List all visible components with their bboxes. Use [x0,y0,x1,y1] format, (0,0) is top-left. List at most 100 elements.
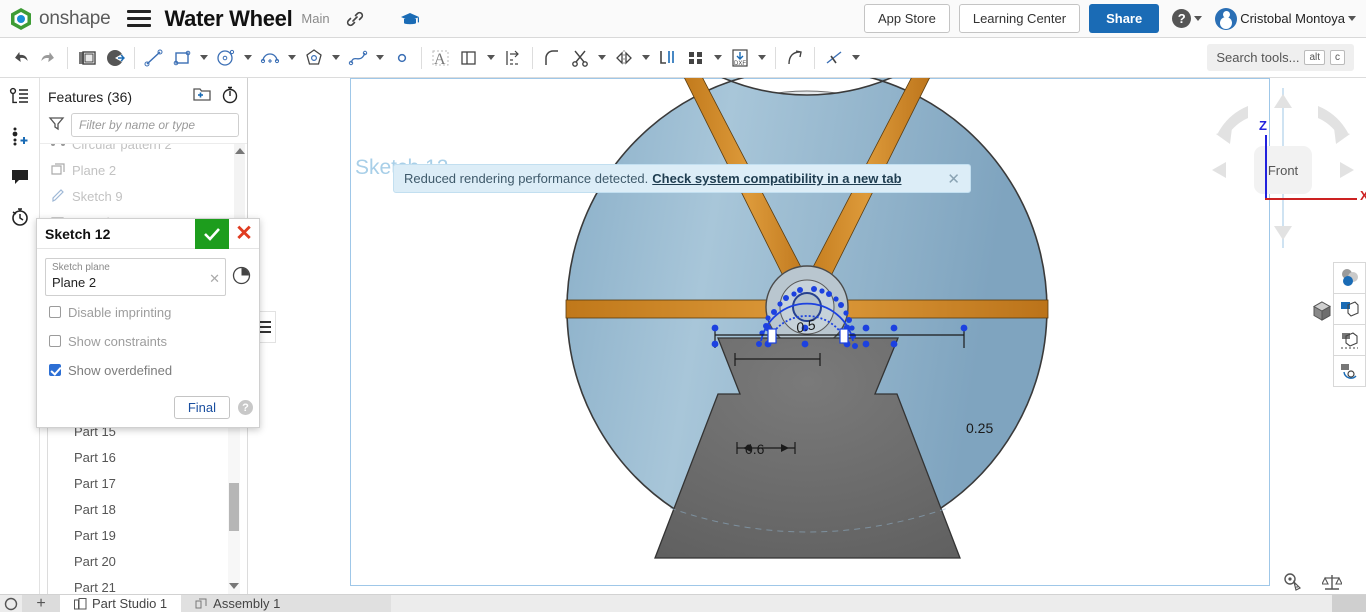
chevron-down-icon[interactable] [638,44,654,72]
app-store-button[interactable]: App Store [864,4,950,33]
chevron-down-icon[interactable] [710,44,726,72]
clock-icon[interactable] [232,266,251,288]
list-item[interactable]: Part 17 [48,470,247,496]
view-cube[interactable]: Front Z X [1208,88,1358,248]
feature-list-icon[interactable] [7,84,33,110]
offset-icon[interactable] [455,44,483,72]
final-button[interactable]: Final [174,396,230,419]
spline-icon[interactable] [344,44,372,72]
chevron-down-icon[interactable] [754,44,770,72]
section-view-icon[interactable] [101,44,129,72]
toolbar-divider [775,47,776,69]
share-button[interactable]: Share [1089,4,1159,33]
polygon-icon[interactable] [300,44,328,72]
stopwatch-icon[interactable] [221,86,239,107]
sketch-icon [50,189,66,203]
chevron-down-icon[interactable] [328,44,344,72]
feature-row[interactable]: Sketch 9 [40,183,247,209]
parts-list[interactable]: Part 14 Part 15 Part 16 Part 17 Part 18 … [47,404,248,594]
onshape-logo-icon[interactable] [10,7,32,31]
graduation-cap-icon[interactable] [400,10,420,28]
clear-icon[interactable]: ✕ [209,271,220,287]
show-constraints-checkbox[interactable] [49,335,61,347]
help-menu[interactable]: ? [1172,9,1202,28]
banner-link[interactable]: Check system compatibility in a new tab [652,171,901,186]
hamburger-icon[interactable] [127,10,151,27]
undo-icon[interactable] [6,44,34,72]
features-filter-input[interactable]: Filter by name or type [71,113,239,137]
mirror-icon[interactable] [610,44,638,72]
history-icon[interactable] [7,204,33,230]
add-tab-button[interactable]: + [22,595,60,612]
brand-name[interactable]: onshape [39,8,111,30]
list-item[interactable]: Part 21 [48,574,247,594]
line-icon[interactable] [140,44,168,72]
parts-scrollbar[interactable] [228,405,240,594]
graphics-viewport[interactable]: Sketch 12 [248,78,1366,594]
transform-icon[interactable] [654,44,682,72]
add-point-icon[interactable] [7,124,33,150]
render-icon[interactable] [1333,355,1366,387]
mass-properties-icon[interactable] [1322,573,1342,594]
list-item[interactable]: Part 18 [48,496,247,522]
text-icon[interactable]: A [427,44,455,72]
show-constraints-row[interactable]: Show constraints [45,328,251,354]
comment-icon[interactable] [7,164,33,190]
list-item[interactable]: Part 19 [48,522,247,548]
chevron-down-icon[interactable] [240,44,256,72]
user-menu[interactable]: Cristobal Montoya [1215,8,1356,30]
sketch-dialog-header: Sketch 12 ✕ [37,219,259,249]
branch-label[interactable]: Main [301,11,329,26]
dimension-icon[interactable] [499,44,527,72]
point-icon[interactable] [388,44,416,72]
linear-pattern-icon[interactable] [682,44,710,72]
help-icon[interactable]: ? [238,400,253,415]
show-overdefined-row[interactable]: Show overdefined [45,357,251,383]
search-tools-box[interactable]: Search tools... alt c [1207,44,1354,71]
part-studio-icon [74,598,87,610]
show-overdefined-checkbox[interactable] [49,364,61,376]
learning-center-button[interactable]: Learning Center [959,4,1080,33]
layers-icon[interactable] [73,44,101,72]
cancel-button[interactable]: ✕ [229,219,259,249]
tab-nav-icon[interactable] [0,597,22,611]
list-item[interactable]: Part 16 [48,444,247,470]
exploded-view-icon[interactable] [1333,324,1366,356]
new-folder-icon[interactable] [193,86,211,107]
construction-icon[interactable] [820,44,848,72]
disable-imprinting-row[interactable]: Disable imprinting [45,299,251,325]
view-cube-front-face[interactable]: Front [1254,146,1312,194]
fillet-icon[interactable] [538,44,566,72]
accept-button[interactable] [195,219,229,249]
disable-imprinting-checkbox[interactable] [49,306,61,318]
arc-icon[interactable] [256,44,284,72]
appearance-icon[interactable] [1333,262,1366,294]
redo-icon[interactable] [34,44,62,72]
link-icon[interactable] [346,10,364,28]
chevron-down-icon[interactable] [372,44,388,72]
feature-row[interactable]: Plane 2 [40,157,247,183]
extend-icon[interactable] [781,44,809,72]
tab-assembly-1[interactable]: Assembly 1 [181,595,391,612]
funnel-icon[interactable] [48,115,65,135]
feature-row[interactable]: Circular pattern 2 [40,143,247,157]
display-state-icon[interactable] [1333,293,1366,325]
trim-icon[interactable] [566,44,594,72]
toolbar-divider [134,47,135,69]
circle-icon[interactable] [212,44,240,72]
dimension-label[interactable]: 0.25 [966,420,993,436]
measure-tape-icon[interactable] [1282,573,1302,594]
chevron-down-icon[interactable] [848,44,864,72]
sketch-plane-field[interactable]: Sketch plane Plane 2 ✕ [45,258,226,296]
tab-part-studio-1[interactable]: Part Studio 1 [60,595,181,612]
chevron-down-icon[interactable] [594,44,610,72]
chevron-down-icon[interactable] [196,44,212,72]
document-title[interactable]: Water Wheel [165,6,293,32]
chevron-down-icon[interactable] [284,44,300,72]
sketch-dialog-body: Sketch plane Plane 2 ✕ Disable imprintin… [37,249,259,391]
close-icon[interactable]: ✕ [947,170,960,188]
chevron-down-icon[interactable] [483,44,499,72]
list-item[interactable]: Part 20 [48,548,247,574]
dxf-import-icon[interactable]: DXF [726,44,754,72]
rectangle-icon[interactable] [168,44,196,72]
